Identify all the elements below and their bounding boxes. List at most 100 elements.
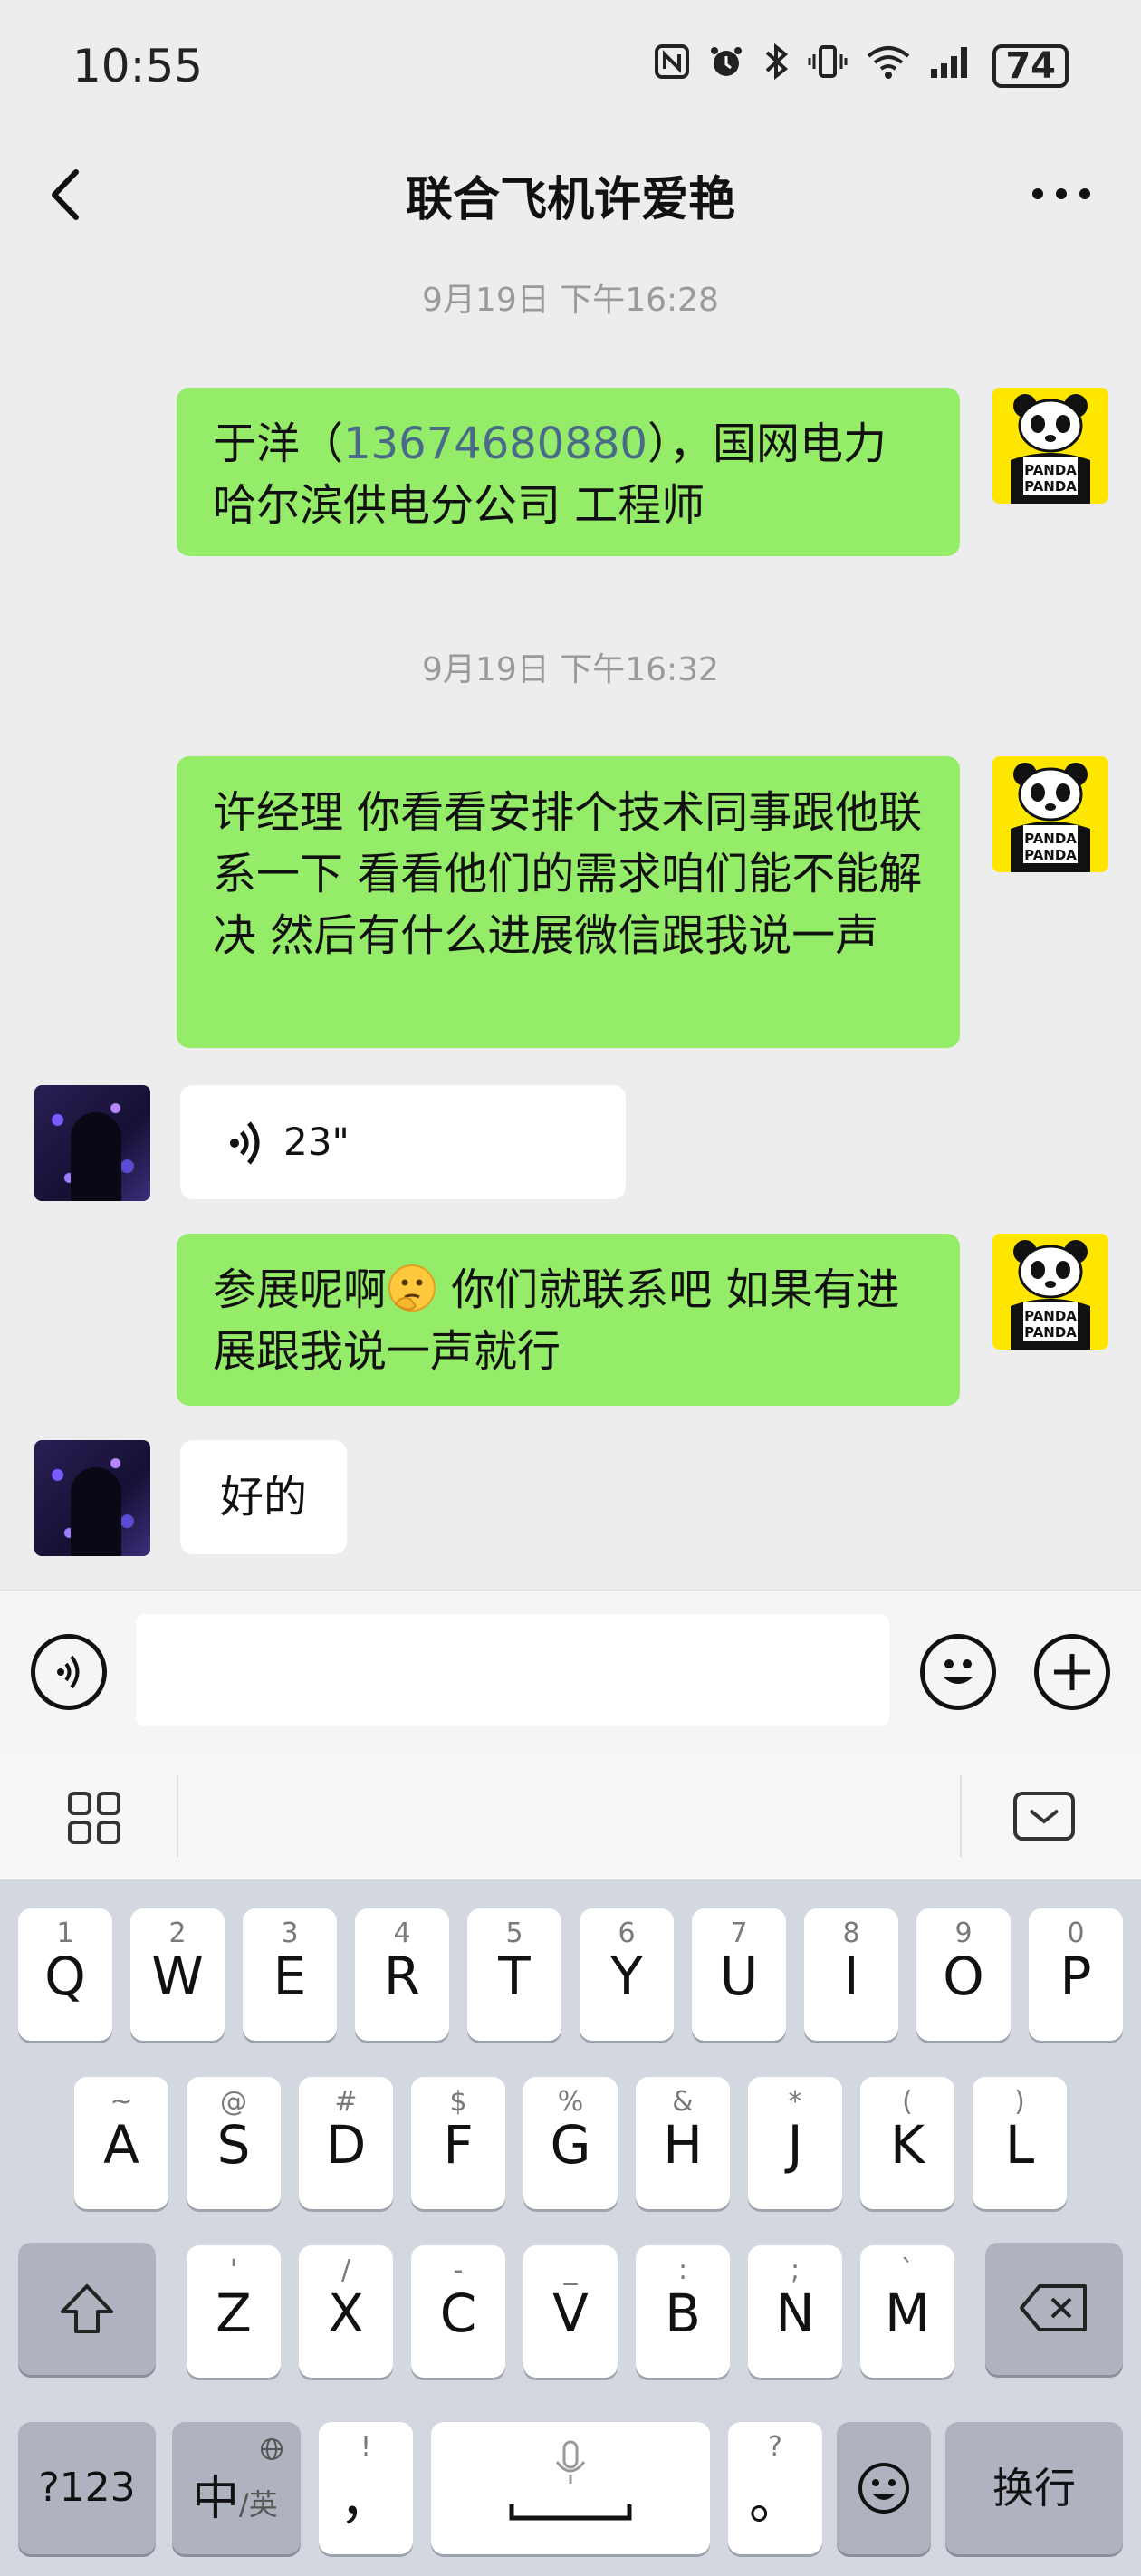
- key-secondary-label: 7: [730, 1918, 748, 1949]
- backspace-icon: [1020, 2284, 1087, 2331]
- emoji-button[interactable]: [920, 1634, 996, 1710]
- key-label: I: [843, 1946, 859, 2007]
- key-v[interactable]: _ V: [523, 2245, 618, 2378]
- more-dots-icon: [1032, 188, 1090, 199]
- message-bubble-outgoing[interactable]: 参展呢啊 你们就联系吧 如果有进展跟我说一声就行: [177, 1234, 960, 1406]
- key-label: D: [325, 2114, 367, 2176]
- panda-label: PANDA PANDA: [1024, 1308, 1077, 1341]
- key-s[interactable]: @ S: [187, 2077, 281, 2209]
- smiley-icon: [858, 2463, 909, 2514]
- key-x[interactable]: / X: [299, 2245, 393, 2378]
- key-j[interactable]: * J: [748, 2077, 842, 2209]
- backspace-key[interactable]: [985, 2243, 1123, 2375]
- key-k[interactable]: (K: [860, 2077, 954, 2209]
- key-l[interactable]: ) L: [973, 2077, 1067, 2209]
- key-secondary-label: 2: [168, 1918, 187, 1949]
- message-text: 参展呢啊: [213, 1264, 388, 1315]
- voice-message-bubble[interactable]: 23": [180, 1085, 626, 1199]
- comma-key[interactable]: ! ，: [319, 2422, 413, 2554]
- emoji-key[interactable]: [837, 2422, 931, 2554]
- status-time: 10:55: [72, 40, 204, 92]
- key-w[interactable]: 2W: [130, 1908, 225, 2041]
- key-e[interactable]: 3E: [243, 1908, 337, 2041]
- smiley-icon: [943, 1659, 973, 1684]
- more-functions-button[interactable]: [1034, 1634, 1110, 1710]
- nfc-icon: [654, 43, 690, 89]
- key-h[interactable]: & H: [636, 2077, 730, 2209]
- key-q[interactable]: 1Q: [18, 1908, 112, 2041]
- key-m[interactable]: ` M: [860, 2245, 954, 2378]
- key-secondary-label: _: [563, 2254, 578, 2286]
- key-label: C: [439, 2283, 477, 2344]
- voice-input-button[interactable]: [31, 1634, 107, 1710]
- key-secondary-label: %: [557, 2086, 584, 2118]
- symbols-key[interactable]: ?123: [18, 2422, 156, 2554]
- key-d[interactable]: # D: [299, 2077, 393, 2209]
- enter-key[interactable]: 换行: [945, 2422, 1123, 2554]
- key-o[interactable]: 9O: [916, 1908, 1011, 2041]
- key-label: L: [1004, 2114, 1035, 2176]
- key-g[interactable]: % G: [523, 2077, 618, 2209]
- key-z[interactable]: ' Z: [187, 2245, 281, 2378]
- phone-link[interactable]: 13674680880: [343, 418, 647, 469]
- key-secondary-label: :: [677, 2254, 688, 2286]
- key-secondary-label: ;: [790, 2254, 801, 2286]
- key-secondary-label: 4: [393, 1918, 411, 1949]
- hide-keyboard-button[interactable]: [1012, 1789, 1076, 1847]
- key-i[interactable]: 8I: [804, 1908, 898, 2041]
- key-secondary-label: `: [900, 2254, 915, 2286]
- status-bar: 10:55 74: [0, 0, 1141, 136]
- key-b[interactable]: :B: [636, 2245, 730, 2378]
- key-secondary-label: 6: [618, 1918, 636, 1949]
- key-secondary-label: /: [340, 2254, 351, 2286]
- key-label: N: [775, 2283, 815, 2344]
- message-text: 于洋（: [213, 418, 344, 469]
- shift-key[interactable]: [18, 2243, 156, 2375]
- key-c[interactable]: -C: [411, 2245, 505, 2378]
- timestamp: 9月19日 下午16:28: [422, 282, 719, 319]
- key-n[interactable]: ; N: [748, 2245, 842, 2378]
- space-key[interactable]: [431, 2422, 710, 2554]
- key-secondary-label: 8: [842, 1918, 860, 1949]
- key-p[interactable]: 0P: [1029, 1908, 1123, 2041]
- key-label: G: [550, 2114, 591, 2176]
- key-label: P: [1060, 1946, 1092, 2007]
- avatar-contact[interactable]: [34, 1440, 150, 1556]
- key-secondary-label: #: [334, 2086, 358, 2118]
- language-switch-key[interactable]: 中 /英: [172, 2422, 301, 2554]
- message-bubble-incoming[interactable]: 好的: [180, 1440, 347, 1554]
- message-input[interactable]: [136, 1614, 889, 1726]
- key-t[interactable]: 5T: [467, 1908, 561, 2041]
- avatar-contact[interactable]: [34, 1085, 150, 1201]
- keyboard-menu-button[interactable]: [67, 1791, 121, 1849]
- status-icons: 74: [654, 43, 1069, 89]
- bluetooth-icon: [762, 43, 790, 89]
- microphone-icon: [555, 2440, 586, 2484]
- alarm-icon: [708, 43, 744, 89]
- voice-duration: 23": [283, 1120, 350, 1164]
- message-bubble-outgoing[interactable]: 许经理 你看看安排个技术同事跟他联系一下 看看他们的需求咱们能不能解决 然后有什…: [177, 756, 960, 1048]
- globe-icon: [261, 2438, 283, 2460]
- thinking-emoji-icon: [387, 1263, 437, 1313]
- key-secondary-label: (: [902, 2086, 913, 2118]
- vibrate-icon: [808, 43, 848, 89]
- key-u[interactable]: 7U: [692, 1908, 786, 2041]
- key-a[interactable]: ~ A: [74, 2077, 168, 2209]
- key-f[interactable]: $ F: [411, 2077, 505, 2209]
- period-key[interactable]: ? 。: [728, 2422, 822, 2554]
- more-button[interactable]: [1025, 165, 1098, 219]
- voice-icon: [57, 1655, 80, 1689]
- chat-header: 联合飞机许爱艳: [0, 136, 1141, 254]
- key-secondary-label: &: [672, 2086, 694, 2118]
- avatar-silhouette: [71, 1467, 121, 1556]
- keyboard-toolbar: [0, 1753, 1141, 1879]
- key-secondary-label: 9: [954, 1918, 973, 1949]
- key-label: W: [151, 1946, 204, 2007]
- grid-icon: [68, 1792, 120, 1844]
- key-secondary-label: ~: [110, 2086, 133, 2118]
- key-y[interactable]: 6Y: [580, 1908, 674, 2041]
- message-bubble-outgoing[interactable]: 于洋（13674680880），国网电力哈尔滨供电分公司 工程师: [177, 388, 960, 556]
- key-secondary-label: 3: [281, 1918, 299, 1949]
- shift-arrow-icon: [61, 2284, 113, 2333]
- key-r[interactable]: 4R: [355, 1908, 449, 2041]
